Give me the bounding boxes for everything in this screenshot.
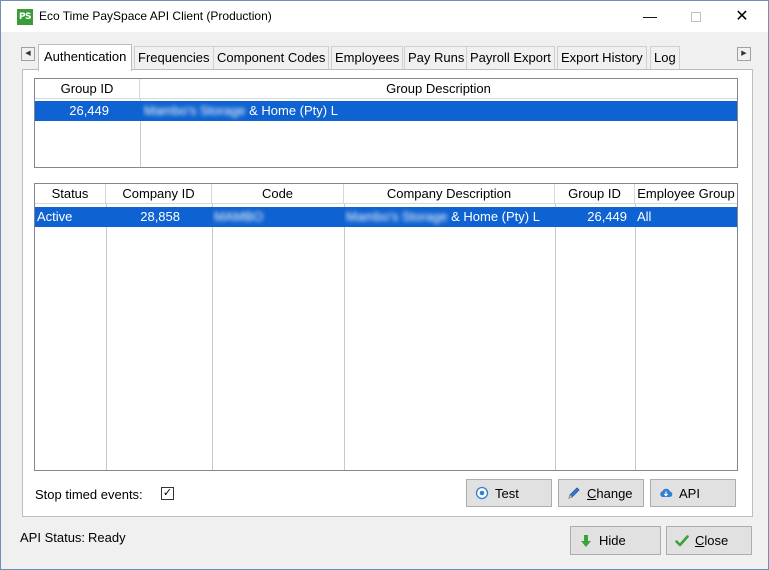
close-icon: ✕ (735, 8, 749, 25)
tab-payroll-export[interactable]: Payroll Export (466, 46, 555, 70)
column-header-employee-group[interactable]: Employee Group (635, 184, 737, 204)
test-button[interactable]: Test (466, 479, 552, 507)
close-button-label: Close (695, 533, 729, 548)
cell-group-id: 26,449 (587, 209, 627, 224)
arrow-down-icon (581, 534, 591, 547)
cloud-download-icon (660, 488, 673, 497)
radio-target-icon (475, 486, 489, 500)
column-header-code[interactable]: Code (212, 184, 344, 204)
check-icon: ✓ (162, 487, 173, 499)
maximize-icon (691, 12, 701, 23)
pencil-icon (568, 487, 580, 499)
change-button-label: Change (587, 485, 633, 501)
tab-frequencies[interactable]: Frequencies (134, 46, 214, 70)
column-header-company-id[interactable]: Company ID (106, 184, 212, 204)
companies-grid[interactable]: Status Company ID Code Company Descripti… (34, 183, 738, 471)
tab-authentication[interactable]: Authentication (38, 44, 133, 71)
api-status-label: API Status: (20, 530, 86, 545)
redacted-text: Mambo's Storage (346, 209, 448, 224)
cell-status: Active (37, 209, 73, 224)
tab-log[interactable]: Log (650, 46, 680, 70)
stop-timed-events-checkbox[interactable]: ✓ (161, 487, 174, 500)
table-row[interactable]: 26,449 Mambo's Storage & Home (Pty) L (35, 101, 737, 121)
groups-grid[interactable]: Group ID Group Description 26,449 Mambo'… (34, 78, 738, 168)
title-bar: PS Eco Time PaySpace API Client (Product… (1, 1, 768, 32)
description-text: & Home (Pty) L (245, 103, 338, 118)
test-button-label: Test (495, 485, 519, 501)
app-window: PS Eco Time PaySpace API Client (Product… (0, 0, 769, 570)
cell-employee-group: All (637, 209, 652, 224)
cell-company-description: Mambo's Storage & Home (Pty) L (344, 207, 555, 227)
api-button-label: API (679, 485, 700, 501)
cell-group-id: 26,449 (69, 103, 109, 118)
redacted-text: MAMBO (214, 209, 264, 224)
hide-button-label: Hide (599, 533, 626, 548)
api-status-value: Ready (88, 530, 126, 545)
cell-code: MAMBO (212, 207, 344, 227)
window-title: Eco Time PaySpace API Client (Production… (39, 9, 272, 23)
cell-company-id: 28,858 (140, 209, 180, 224)
stop-timed-events-label: Stop timed events: (35, 487, 143, 502)
redacted-text: Mambo's Storage (144, 103, 246, 118)
tab-scroll-left-button[interactable]: ◀ (21, 47, 35, 61)
tab-component-codes[interactable]: Component Codes (213, 46, 330, 70)
description-text: & Home (Pty) L (447, 209, 540, 224)
chevron-right-icon: ▶ (741, 50, 747, 57)
column-divider (635, 204, 636, 470)
close-button[interactable]: Close (666, 526, 752, 555)
table-row[interactable]: Active 28,858 MAMBO Mambo's Storage & Ho… (35, 207, 737, 227)
column-header-company-description[interactable]: Company Description (344, 184, 555, 204)
tab-export-history[interactable]: Export History (557, 46, 647, 70)
column-divider (555, 204, 556, 470)
checkmark-icon (675, 534, 689, 546)
api-button[interactable]: API (650, 479, 736, 507)
column-header-group-id[interactable]: Group ID (35, 79, 140, 99)
column-divider (212, 204, 213, 470)
close-window-button[interactable]: ✕ (719, 1, 765, 32)
tab-pay-runs[interactable]: Pay Runs (404, 46, 469, 70)
app-icon: PS (17, 9, 33, 25)
hide-button[interactable]: Hide (570, 526, 661, 555)
minimize-button[interactable]: — (627, 1, 673, 32)
tab-scroll-right-button[interactable]: ▶ (737, 47, 751, 61)
chevron-left-icon: ◀ (25, 50, 31, 57)
cell-group-description: Mambo's Storage & Home (Pty) L (142, 101, 737, 121)
column-header-status[interactable]: Status (35, 184, 106, 204)
minimize-icon: — (643, 8, 657, 24)
column-header-group-id[interactable]: Group ID (555, 184, 635, 204)
column-divider (344, 204, 345, 470)
maximize-button[interactable] (673, 1, 719, 32)
change-button[interactable]: Change (558, 479, 644, 507)
tab-employees[interactable]: Employees (331, 46, 404, 70)
column-divider (106, 204, 107, 470)
column-header-group-description[interactable]: Group Description (140, 79, 737, 99)
